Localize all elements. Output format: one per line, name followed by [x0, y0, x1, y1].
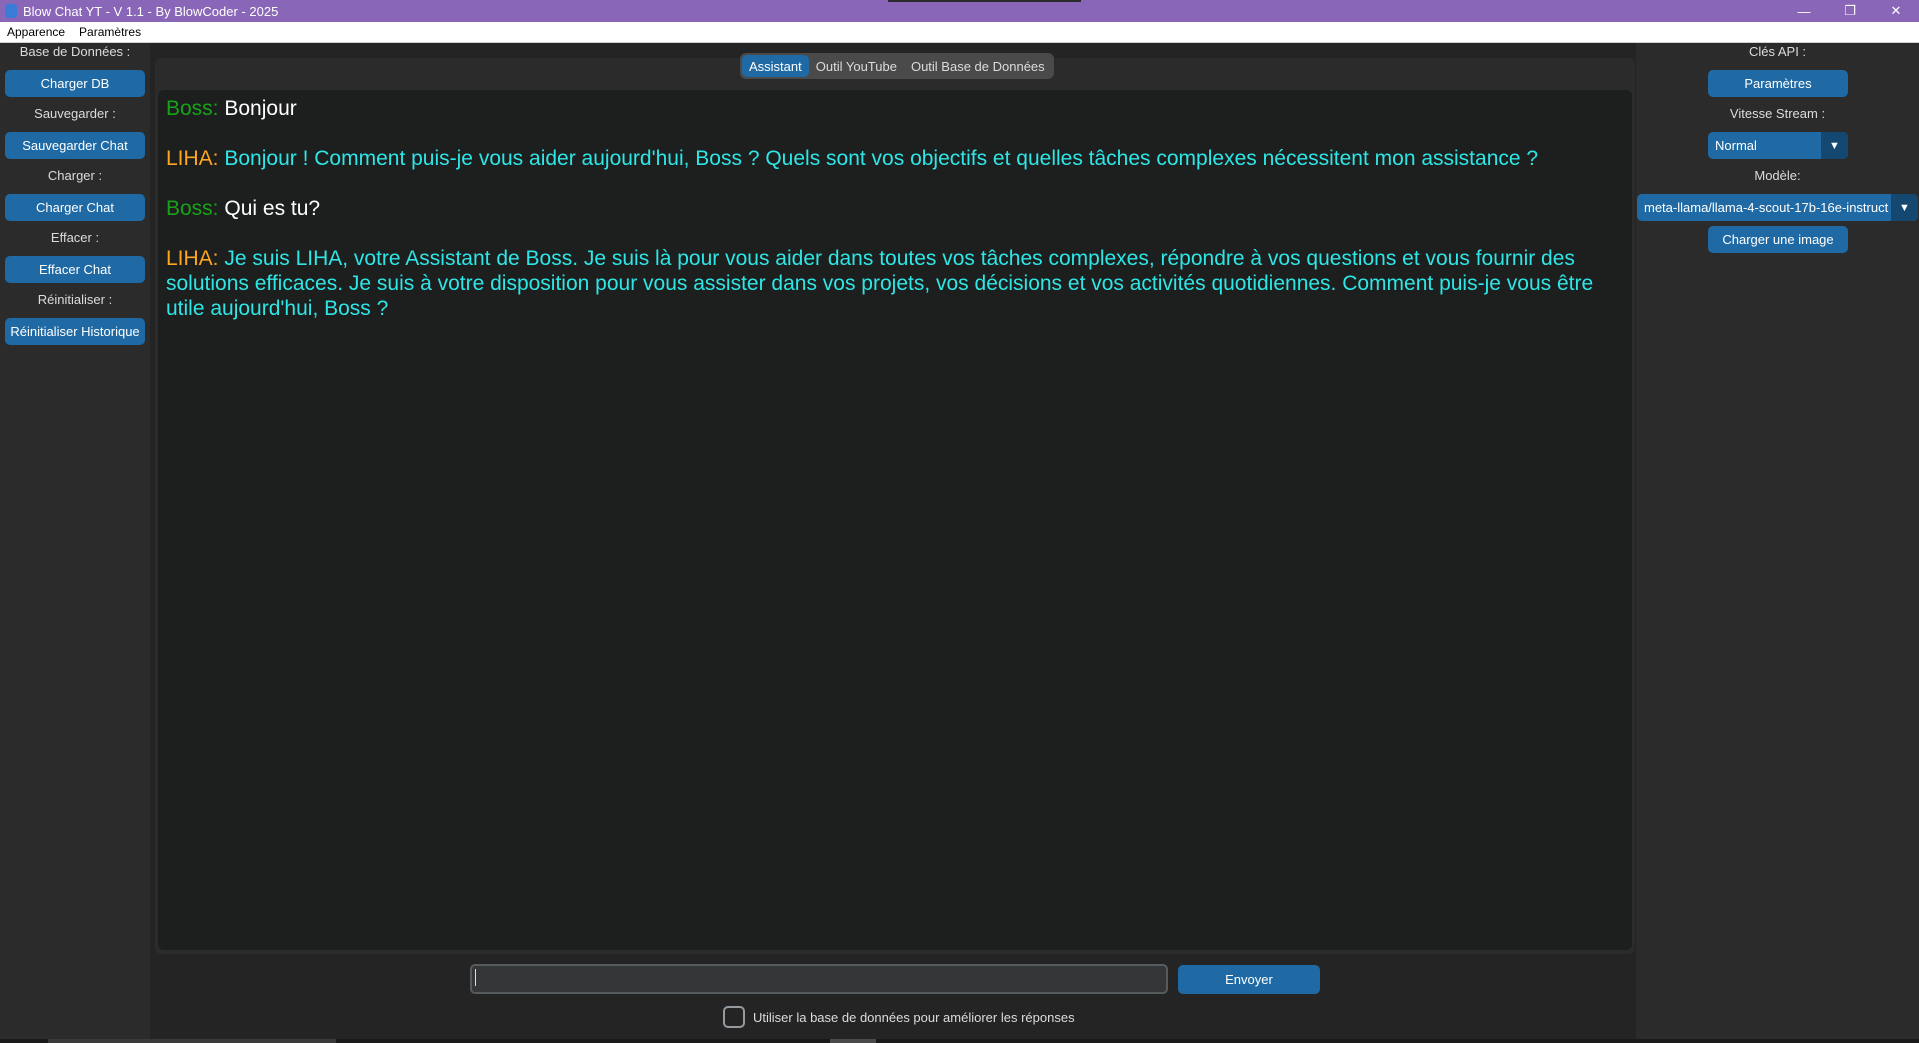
message-input[interactable] [470, 964, 1168, 994]
model-value: meta-llama/llama-4-scout-17b-16e-instruc… [1644, 200, 1889, 215]
menu-bar: Apparence Paramètres [0, 22, 1919, 43]
taskbar-segment [48, 1039, 336, 1043]
bottom-strip [0, 1039, 1919, 1043]
chat-message: Boss: Qui es tu? [166, 196, 1624, 221]
model-label: Modèle: [1754, 168, 1801, 183]
restore-icon[interactable]: ❐ [1827, 0, 1873, 22]
top-indicator [888, 0, 1081, 2]
message-text: Bonjour ! Comment puis-je vous aider auj… [224, 147, 1539, 170]
taskbar-segment [830, 1039, 876, 1043]
chevron-down-icon[interactable]: ▼ [1821, 132, 1848, 159]
speaker-name: Boss: [166, 97, 219, 120]
settings-button[interactable]: Paramètres [1708, 70, 1848, 97]
window-title: Blow Chat YT - V 1.1 - By BlowCoder - 20… [23, 3, 279, 19]
load-chat-button[interactable]: Charger Chat [5, 194, 145, 221]
send-button[interactable]: Envoyer [1178, 965, 1320, 994]
title-bar: Blow Chat YT - V 1.1 - By BlowCoder - 20… [0, 0, 1919, 22]
save-chat-button[interactable]: Sauvegarder Chat [5, 132, 145, 159]
save-label: Sauvegarder : [34, 106, 116, 121]
right-sidebar: Clés API : Paramètres Vitesse Stream : N… [1636, 43, 1919, 1043]
chevron-down-icon[interactable]: ▼ [1891, 194, 1918, 221]
speaker-name: Boss: [166, 197, 219, 220]
minimize-icon[interactable]: — [1781, 0, 1827, 22]
stream-label: Vitesse Stream : [1729, 106, 1826, 121]
message-text: Je suis LIHA, votre Assistant de Boss. J… [166, 247, 1594, 320]
menu-apparence[interactable]: Apparence [0, 25, 72, 39]
chat-message: Boss: Bonjour [166, 96, 1624, 121]
clear-chat-button[interactable]: Effacer Chat [5, 256, 145, 283]
checkbox-label: Utiliser la base de données pour amélior… [753, 1009, 1075, 1025]
load-image-button[interactable]: Charger une image [1708, 226, 1848, 253]
api-label: Clés API : [1748, 44, 1807, 59]
chat-message: LIHA: Je suis LIHA, votre Assistant de B… [166, 246, 1624, 321]
reset-history-button[interactable]: Réinitialiser Historique [5, 318, 145, 345]
db-checkbox[interactable]: Utiliser la base de données pour amélior… [723, 1006, 1075, 1028]
menu-parametres[interactable]: Paramètres [72, 25, 148, 39]
model-select[interactable]: meta-llama/llama-4-scout-17b-16e-instruc… [1637, 194, 1918, 221]
load-db-button[interactable]: Charger DB [5, 70, 145, 97]
stream-select[interactable]: Normal ▼ [1708, 132, 1848, 159]
message-text: Qui es tu? [224, 197, 321, 220]
close-icon[interactable]: ✕ [1873, 0, 1919, 22]
chat-area[interactable]: Boss: Bonjour LIHA: Bonjour ! Comment pu… [158, 90, 1632, 950]
stream-value: Normal [1715, 138, 1757, 153]
tab-database[interactable]: Outil Base de Données [904, 55, 1052, 77]
message-text: Bonjour [224, 97, 297, 120]
reset-label: Réinitialiser : [37, 292, 113, 307]
clear-label: Effacer : [50, 230, 100, 245]
load-label: Charger : [47, 168, 103, 183]
tab-youtube[interactable]: Outil YouTube [809, 55, 904, 77]
speaker-name: LIHA: [166, 247, 219, 270]
tab-bar: Assistant Outil YouTube Outil Base de Do… [740, 53, 1054, 79]
chat-message: LIHA: Bonjour ! Comment puis-je vous aid… [166, 146, 1624, 171]
checkbox-box[interactable] [723, 1006, 745, 1028]
speaker-name: LIHA: [166, 147, 219, 170]
tab-assistant[interactable]: Assistant [742, 55, 809, 77]
left-sidebar: Base de Données : Charger DB Sauvegarder… [0, 43, 150, 1043]
app-icon [5, 4, 17, 18]
db-label: Base de Données : [19, 44, 131, 59]
